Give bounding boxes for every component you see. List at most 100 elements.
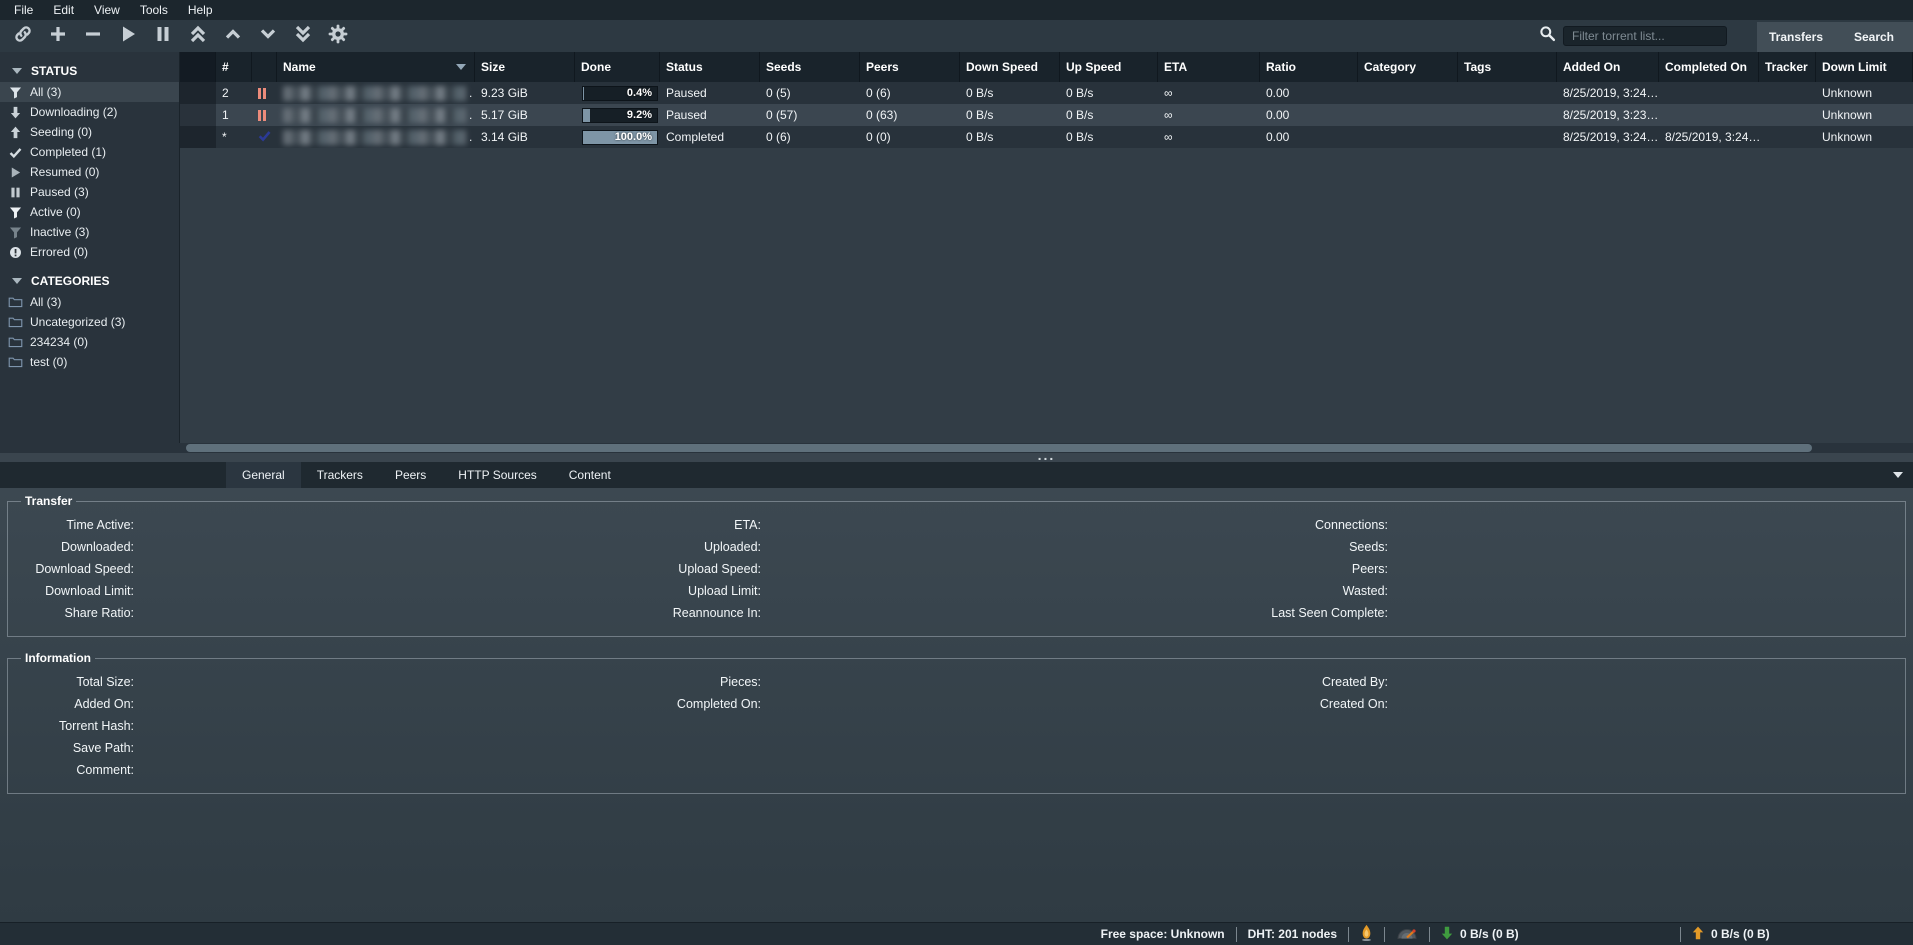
- col-added-on[interactable]: Added On: [1557, 52, 1659, 82]
- menu-edit[interactable]: Edit: [43, 0, 84, 20]
- sidebar-item-all[interactable]: All (3): [0, 82, 179, 102]
- filter-torrent-input[interactable]: [1563, 26, 1727, 46]
- funnel-muted-icon: [8, 225, 23, 240]
- speed-gauge-icon[interactable]: [1396, 925, 1418, 943]
- tab-http-sources[interactable]: HTTP Sources: [442, 462, 552, 488]
- col-peers[interactable]: Peers: [860, 52, 960, 82]
- menu-help[interactable]: Help: [178, 0, 223, 20]
- torrent-table: # Name Size Done Status Seeds Peers Down…: [180, 52, 1913, 443]
- arrow-down-icon: [8, 105, 23, 120]
- torrent-row[interactable]: * . 3.14 GiB 100.0% Completed 0 (6) 0 (0…: [180, 126, 1913, 148]
- col-eta[interactable]: ETA: [1158, 52, 1260, 82]
- sidebar-item-resumed[interactable]: Resumed (0): [0, 162, 179, 182]
- global-download-speed[interactable]: 0 B/s (0 B): [1441, 926, 1669, 943]
- tab-general[interactable]: General: [226, 462, 301, 488]
- error-icon: [8, 245, 23, 260]
- redacted-torrent-name: [283, 130, 466, 145]
- add-torrent-file-button[interactable]: [40, 20, 75, 52]
- torrent-row[interactable]: 1 . 5.17 GiB 9.2% Paused 0 (57) 0 (63) 0…: [180, 104, 1913, 126]
- panel-splitter[interactable]: ...: [0, 453, 1913, 462]
- move-bottom-button[interactable]: [285, 20, 320, 52]
- splitter-handle-icon[interactable]: ...: [180, 447, 1913, 463]
- menu-tools[interactable]: Tools: [130, 0, 178, 20]
- categories-section-header[interactable]: CATEGORIES: [0, 270, 179, 292]
- link-icon: [13, 24, 33, 49]
- sidebar-category-all[interactable]: All (3): [0, 292, 179, 312]
- sidebar-item-downloading[interactable]: Downloading (2): [0, 102, 179, 122]
- col-status[interactable]: Status: [660, 52, 760, 82]
- field-label: Comment:: [16, 763, 134, 777]
- delete-torrent-button[interactable]: [75, 20, 110, 52]
- move-up-button[interactable]: [215, 20, 250, 52]
- field-label: Upload Limit:: [643, 584, 761, 598]
- sidebar-category-test[interactable]: test (0): [0, 352, 179, 372]
- global-upload-speed[interactable]: 0 B/s (0 B): [1692, 926, 1913, 943]
- menu-bar: File Edit View Tools Help: [0, 0, 1913, 20]
- tab-transfers[interactable]: Transfers: [1757, 22, 1835, 52]
- sidebar-category-234234[interactable]: 234234 (0): [0, 332, 179, 352]
- paused-state-icon: [258, 88, 266, 99]
- menu-view[interactable]: View: [84, 0, 130, 20]
- field-label: Upload Speed:: [643, 562, 761, 576]
- col-done[interactable]: Done: [575, 52, 660, 82]
- resume-button[interactable]: [110, 20, 145, 52]
- sidebar-item-seeding[interactable]: Seeding (0): [0, 122, 179, 142]
- sidebar-category-uncategorized[interactable]: Uncategorized (3): [0, 312, 179, 332]
- tab-search[interactable]: Search: [1835, 22, 1913, 52]
- field-label: Last Seen Complete:: [1270, 606, 1388, 620]
- pause-button[interactable]: [145, 20, 180, 52]
- col-tags[interactable]: Tags: [1458, 52, 1557, 82]
- col-down-speed[interactable]: Down Speed: [960, 52, 1060, 82]
- qbittorrent-webui: { "menu": { "items": ["File", "Edit", "V…: [0, 0, 1913, 945]
- play-icon: [8, 165, 23, 180]
- collapse-triangle-icon: [12, 68, 22, 74]
- chevron-down-icon: [258, 24, 278, 49]
- field-label: Downloaded:: [16, 540, 134, 554]
- col-state[interactable]: [252, 52, 277, 82]
- col-name[interactable]: Name: [277, 52, 475, 82]
- redacted-torrent-name: [283, 86, 466, 101]
- tab-peers[interactable]: Peers: [379, 462, 442, 488]
- col-category[interactable]: Category: [1358, 52, 1458, 82]
- upload-arrow-icon: [1692, 926, 1704, 943]
- tab-trackers[interactable]: Trackers: [301, 462, 379, 488]
- sidebar-item-errored[interactable]: Errored (0): [0, 242, 179, 262]
- detail-tab-bar: General Trackers Peers HTTP Sources Cont…: [0, 462, 1913, 488]
- torrent-row[interactable]: 2 . 9.23 GiB 0.4% Paused 0 (5) 0 (6) 0 B…: [180, 82, 1913, 104]
- col-up-speed[interactable]: Up Speed: [1060, 52, 1158, 82]
- col-tracker[interactable]: Tracker: [1759, 52, 1816, 82]
- move-top-button[interactable]: [180, 20, 215, 52]
- toolbar: Transfers Search: [0, 20, 1913, 52]
- status-section-header[interactable]: STATUS: [0, 60, 179, 82]
- check-icon: [8, 145, 23, 160]
- col-down-limit[interactable]: Down Limit: [1816, 52, 1913, 82]
- tab-content[interactable]: Content: [553, 462, 627, 488]
- col-size[interactable]: Size: [475, 52, 575, 82]
- collapse-triangle-icon: [12, 278, 22, 284]
- move-down-button[interactable]: [250, 20, 285, 52]
- progress-bar: 0.4%: [582, 86, 658, 101]
- progress-bar: 9.2%: [582, 108, 658, 123]
- add-torrent-link-button[interactable]: [5, 20, 40, 52]
- field-label: Pieces:: [643, 675, 761, 689]
- col-number[interactable]: #: [216, 52, 252, 82]
- torrent-table-header: # Name Size Done Status Seeds Peers Down…: [180, 52, 1913, 82]
- col-ratio[interactable]: Ratio: [1260, 52, 1358, 82]
- completed-check-icon: [258, 129, 271, 145]
- field-label: Connections:: [1270, 518, 1388, 532]
- options-button[interactable]: [320, 20, 355, 52]
- torrent-filter: [1539, 25, 1727, 47]
- col-seeds[interactable]: Seeds: [760, 52, 860, 82]
- field-label: Seeds:: [1270, 540, 1388, 554]
- sidebar-item-paused[interactable]: Paused (3): [0, 182, 179, 202]
- double-chevron-down-icon: [293, 24, 313, 49]
- sidebar-item-active[interactable]: Active (0): [0, 202, 179, 222]
- menu-file[interactable]: File: [4, 0, 43, 20]
- information-fieldset: Information Total Size: Pieces: Created …: [7, 651, 1906, 794]
- chevron-down-icon[interactable]: [1893, 472, 1903, 478]
- field-label: Added On:: [16, 697, 134, 711]
- sidebar-item-completed[interactable]: Completed (1): [0, 142, 179, 162]
- field-label: Total Size:: [16, 675, 134, 689]
- sidebar-item-inactive[interactable]: Inactive (3): [0, 222, 179, 242]
- col-completed-on[interactable]: Completed On: [1659, 52, 1759, 82]
